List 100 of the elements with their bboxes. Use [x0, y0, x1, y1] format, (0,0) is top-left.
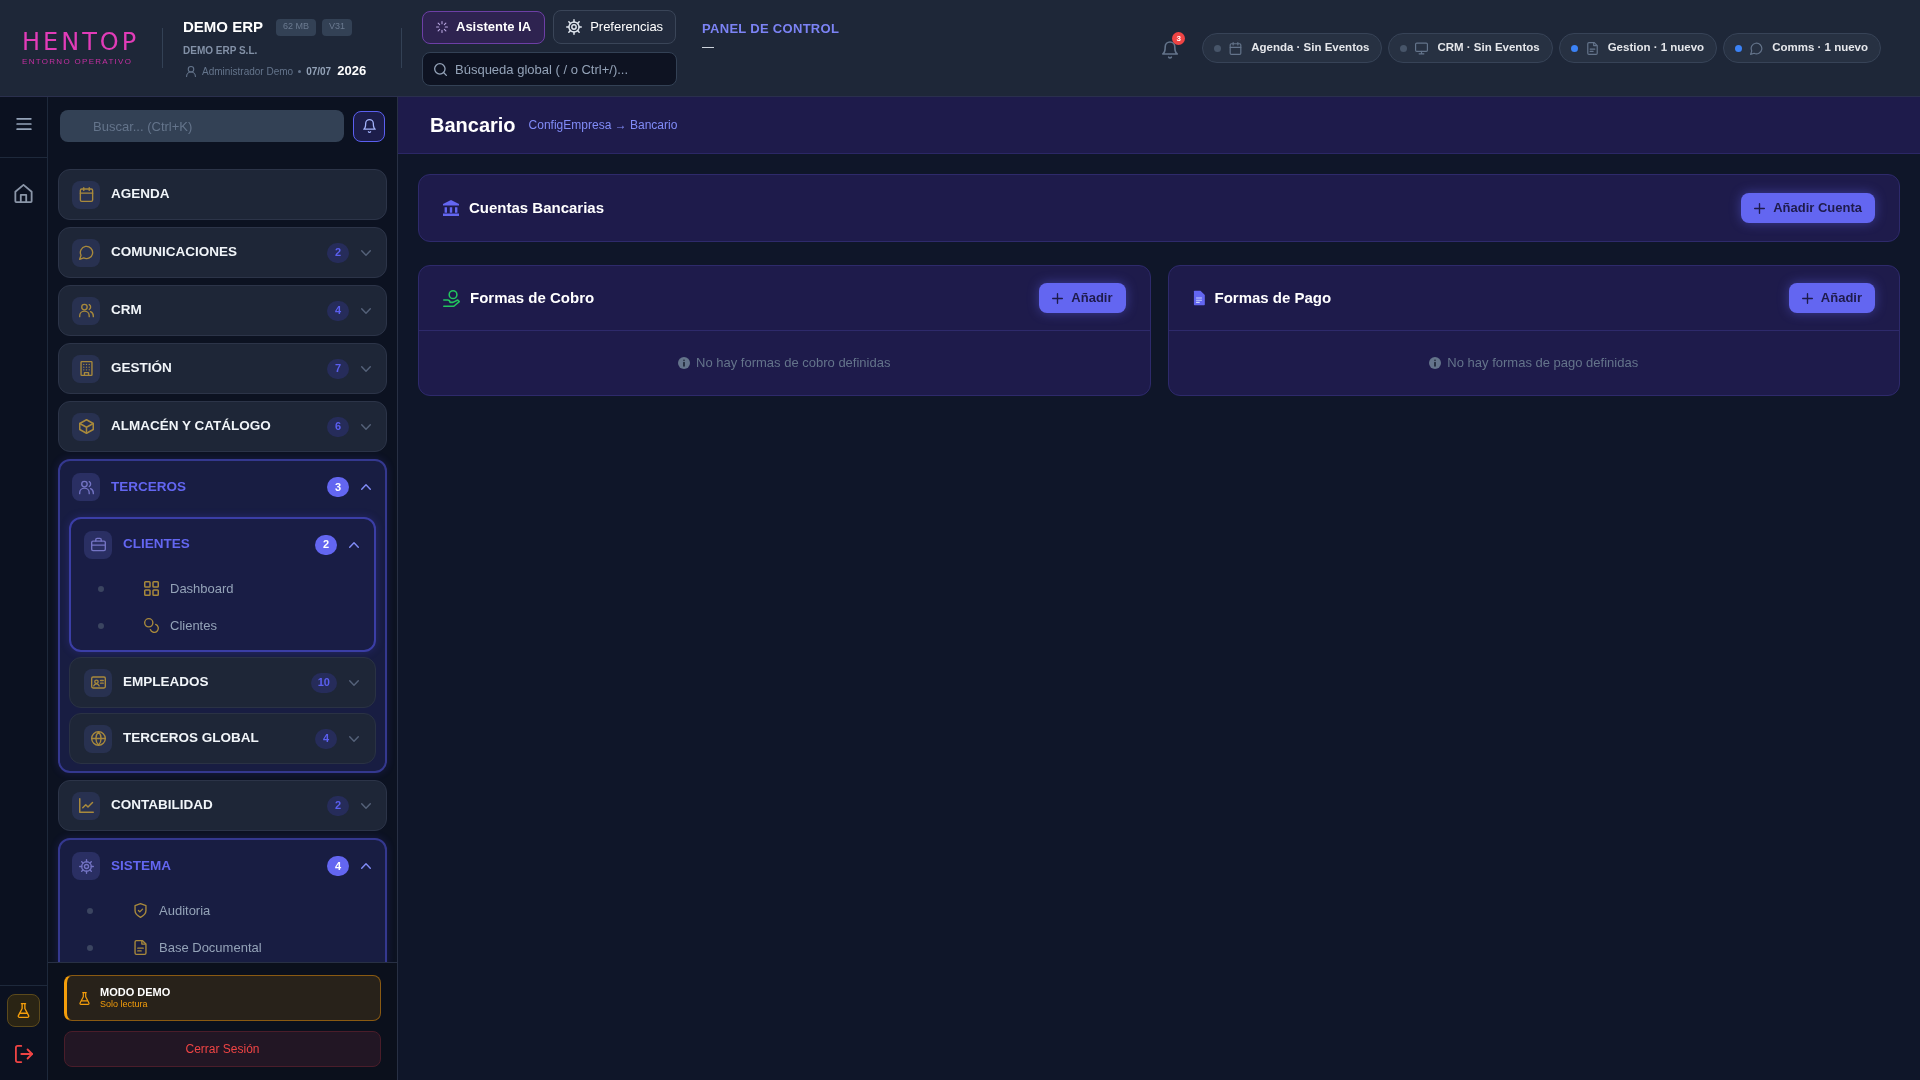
logout-button[interactable]: Cerrar Sesión [64, 1031, 381, 1067]
menu-link[interactable]: Clientes [71, 607, 374, 644]
menu-link[interactable]: Base Documental [60, 929, 385, 962]
hand-coin-icon [443, 289, 460, 307]
notification-count: 3 [1172, 32, 1186, 45]
status-pill[interactable]: Agenda · Sin Eventos [1202, 33, 1383, 63]
people-icon [72, 296, 100, 325]
demo-mode-subtitle: Solo lectura [100, 999, 149, 1010]
add-button[interactable]: Añadir [1788, 283, 1875, 313]
empty-message: No hay formas de pago definidas [1447, 354, 1639, 373]
item-count: 4 [315, 728, 337, 749]
item-count: 2 [327, 795, 349, 816]
card-title: Formas de Cobro [470, 287, 595, 308]
menu-item[interactable]: ALMACÉN Y CATÁLOGO 6 [58, 401, 387, 452]
menu-item[interactable]: CONTABILIDAD 2 [58, 780, 387, 831]
menu-item[interactable]: EMPLEADOS 10 [69, 657, 376, 708]
monitor-icon [1415, 41, 1429, 55]
page-title: Bancario [430, 113, 516, 138]
item-count: 6 [327, 416, 349, 437]
chevron-down-icon [361, 802, 371, 809]
assistant-button[interactable]: Asistente IA [422, 10, 546, 44]
document-icon [1192, 290, 1205, 306]
people-icon [72, 473, 100, 501]
menu-link[interactable]: Auditoria [60, 892, 385, 929]
settings-icon [566, 19, 583, 35]
company-name: DEMO ERP S.L. [183, 44, 259, 57]
settings-button[interactable]: Preferencias [553, 10, 677, 44]
bell-icon[interactable] [1162, 41, 1179, 59]
menu-item[interactable]: GESTIÓN 7 [58, 343, 387, 394]
chevron-up-icon [361, 863, 371, 869]
grid-icon [144, 581, 159, 596]
chevron-down-icon [361, 423, 371, 430]
bullet-icon [98, 622, 104, 629]
menu-icon[interactable] [15, 118, 32, 130]
sparkle-icon [436, 21, 448, 33]
item-count: 7 [327, 358, 349, 379]
item-count: 2 [315, 534, 337, 555]
date-text: 07/07 [306, 64, 332, 79]
id-card-icon [84, 668, 112, 697]
flask-icon [79, 991, 90, 1005]
card-title: Formas de Pago [1214, 287, 1332, 308]
gear-icon [72, 852, 100, 880]
shield-icon [133, 903, 148, 918]
status-pill[interactable]: Gestion · 1 nuevo [1558, 33, 1718, 63]
logout-icon[interactable] [14, 1045, 33, 1063]
menu-item[interactable]: TERCEROS GLOBAL 4 [69, 713, 376, 764]
menu-item[interactable]: CLIENTES 2 [71, 519, 374, 570]
logo-wordmark: HENTOP [22, 30, 140, 54]
panel-subtitle: — [702, 40, 715, 54]
chat-icon [72, 238, 100, 267]
year-text: 2026 [337, 62, 367, 81]
chart-icon [72, 791, 100, 820]
flask-icon[interactable] [7, 994, 40, 1027]
chat-icon [1750, 41, 1764, 55]
menu-item[interactable]: COMUNICACIONES 2 [58, 227, 387, 278]
breadcrumb: ConfigEmpresa → Bancario [528, 117, 678, 134]
document-icon [1585, 41, 1599, 55]
user-name: Administrador Demo [202, 64, 294, 79]
menu-item[interactable]: CRM 4 [58, 285, 387, 336]
calendar-icon [1229, 41, 1243, 55]
bullet-icon [298, 69, 302, 73]
demo-mode-title: MODO DEMO [100, 986, 171, 999]
chevron-down-icon [361, 365, 371, 372]
info-icon [1429, 357, 1442, 369]
menu-link[interactable]: Dashboard [71, 570, 374, 607]
bullet-icon [87, 907, 93, 914]
app-title: DEMO ERP [183, 16, 263, 37]
plus-icon [1801, 292, 1813, 304]
card-title: Cuentas Bancarias [469, 197, 605, 218]
item-count: 10 [310, 672, 337, 693]
chevron-down-icon [361, 307, 371, 314]
chevron-down-icon [361, 249, 371, 256]
menu-item[interactable]: TERCEROS 3 [60, 461, 385, 513]
chevron-down-icon [349, 679, 359, 686]
plus-icon [1754, 202, 1766, 214]
add-account-button[interactable]: Añadir Cuenta [1741, 193, 1875, 223]
info-icon [678, 357, 691, 369]
item-count: 4 [327, 856, 349, 876]
chevron-up-icon [361, 484, 371, 490]
plus-icon [1052, 292, 1064, 304]
global-search-field[interactable]: Búsqueda global ( / o Ctrl+/)... [422, 52, 677, 86]
search-icon [434, 63, 447, 76]
empty-message: No hay formas de cobro definidas [696, 354, 891, 373]
home-icon[interactable] [14, 184, 33, 203]
building-icon [72, 354, 100, 383]
globe-icon [84, 724, 112, 753]
menu-item[interactable]: SISTEMA 4 [60, 840, 385, 892]
status-pill[interactable]: Comms · 1 nuevo [1723, 33, 1881, 63]
status-pill[interactable]: CRM · Sin Eventos [1388, 33, 1553, 63]
user-icon [186, 65, 196, 77]
bell-icon[interactable] [353, 110, 385, 142]
briefcase-icon [84, 530, 112, 559]
menu-item[interactable]: AGENDA [58, 169, 387, 220]
bullet-icon [98, 585, 104, 592]
logo-tagline: ENTORNO OPERATIVO [22, 57, 134, 66]
add-button[interactable]: Añadir [1039, 283, 1126, 313]
calendar-icon [72, 180, 100, 209]
item-count: 3 [327, 477, 349, 497]
panel-link[interactable]: PANEL DE CONTROL [702, 21, 840, 37]
chevron-up-icon [349, 541, 359, 548]
